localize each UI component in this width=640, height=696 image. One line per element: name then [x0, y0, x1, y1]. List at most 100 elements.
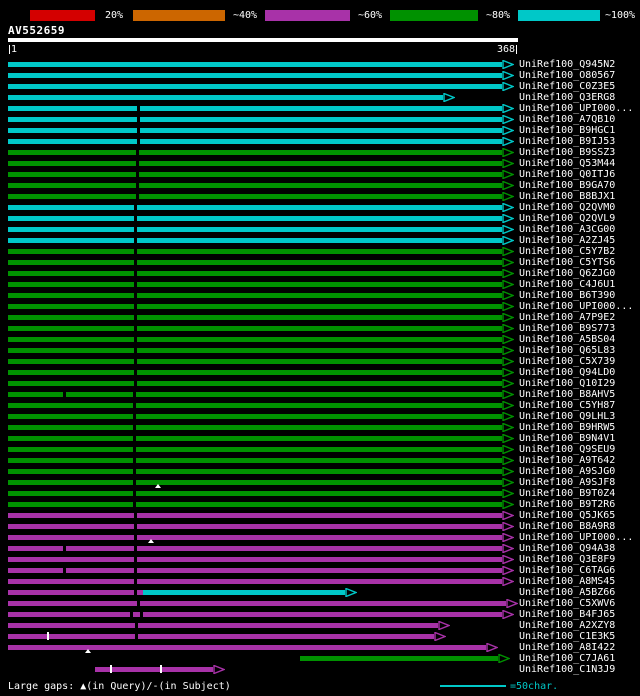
alignment-row[interactable]: UniRef100_A9SJF8: [0, 477, 640, 488]
alignment-row[interactable]: UniRef100_Q9LHL3: [0, 411, 640, 422]
alignment-row[interactable]: UniRef100_C5YH87: [0, 400, 640, 411]
hit-accession[interactable]: UniRef100_C5YTS6: [519, 257, 615, 268]
hit-accession[interactable]: UniRef100_A8I422: [519, 642, 615, 653]
hit-accession[interactable]: UniRef100_A9T642: [519, 455, 615, 466]
alignment-row[interactable]: UniRef100_A3CG00: [0, 224, 640, 235]
alignment-row[interactable]: UniRef100_Q10I29: [0, 378, 640, 389]
hit-accession[interactable]: UniRef100_A3CG00: [519, 224, 615, 235]
alignment-row[interactable]: UniRef100_Q94A38: [0, 543, 640, 554]
hit-accession[interactable]: UniRef100_B9HRW5: [519, 422, 615, 433]
alignment-row[interactable]: UniRef100_Q65L83: [0, 345, 640, 356]
hit-accession[interactable]: UniRef100_Q2QVL9: [519, 213, 615, 224]
hit-accession[interactable]: UniRef100_A5BZ66: [519, 587, 615, 598]
hit-accession[interactable]: UniRef100_B9N4V1: [519, 433, 615, 444]
alignment-row[interactable]: UniRef100_C5X739: [0, 356, 640, 367]
alignment-row[interactable]: UniRef100_A9T642: [0, 455, 640, 466]
hit-accession[interactable]: UniRef100_B9IJ53: [519, 136, 615, 147]
hit-accession[interactable]: UniRef100_C5Y7B2: [519, 246, 615, 257]
alignment-row[interactable]: UniRef100_Q94LD0: [0, 367, 640, 378]
alignment-row[interactable]: UniRef100_A8I422: [0, 642, 640, 653]
alignment-row[interactable]: UniRef100_Q6ZJG0: [0, 268, 640, 279]
hit-accession[interactable]: UniRef100_Q94LD0: [519, 367, 615, 378]
alignment-row[interactable]: UniRef100_C5Y7B2: [0, 246, 640, 257]
hit-accession[interactable]: UniRef100_Q0ITJ6: [519, 169, 615, 180]
alignment-row[interactable]: UniRef100_A5BS04: [0, 334, 640, 345]
hit-accession[interactable]: UniRef100_Q2QVM0: [519, 202, 615, 213]
hit-accession[interactable]: UniRef100_O80567: [519, 70, 615, 81]
alignment-row[interactable]: UniRef100_Q3ERG8: [0, 92, 640, 103]
alignment-row[interactable]: UniRef100_B8BJX1: [0, 191, 640, 202]
hit-accession[interactable]: UniRef100_A5BS04: [519, 334, 615, 345]
hit-accession[interactable]: UniRef100_UPI000...: [519, 301, 633, 312]
hit-accession[interactable]: UniRef100_B9SSZ3: [519, 147, 615, 158]
alignment-row[interactable]: UniRef100_Q9SEU9: [0, 444, 640, 455]
hit-accession[interactable]: UniRef100_B8A9R8: [519, 521, 615, 532]
hit-accession[interactable]: UniRef100_Q53M44: [519, 158, 615, 169]
hit-accession[interactable]: UniRef100_B9GA70: [519, 180, 615, 191]
hit-accession[interactable]: UniRef100_B8BJX1: [519, 191, 615, 202]
hit-accession[interactable]: UniRef100_A2XZY8: [519, 620, 615, 631]
alignment-row[interactable]: UniRef100_B4FJ65: [0, 609, 640, 620]
alignment-row[interactable]: UniRef100_C4J6U1: [0, 279, 640, 290]
hit-accession[interactable]: UniRef100_C5YH87: [519, 400, 615, 411]
alignment-row[interactable]: UniRef100_B9T0Z4: [0, 488, 640, 499]
hit-accession[interactable]: UniRef100_B9T2R6: [519, 499, 615, 510]
hit-accession[interactable]: UniRef100_Q6ZJG0: [519, 268, 615, 279]
alignment-row[interactable]: UniRef100_Q945N2: [0, 59, 640, 70]
alignment-row[interactable]: UniRef100_B6T390: [0, 290, 640, 301]
hit-accession[interactable]: UniRef100_Q65L83: [519, 345, 615, 356]
alignment-row[interactable]: UniRef100_UPI000...: [0, 301, 640, 312]
alignment-row[interactable]: UniRef100_UPI000...: [0, 103, 640, 114]
alignment-row[interactable]: UniRef100_B8A9R8: [0, 521, 640, 532]
alignment-row[interactable]: UniRef100_Q3E8F9: [0, 554, 640, 565]
alignment-row[interactable]: UniRef100_B9SSZ3: [0, 147, 640, 158]
alignment-row[interactable]: UniRef100_Q2QVM0: [0, 202, 640, 213]
hit-accession[interactable]: UniRef100_B6T390: [519, 290, 615, 301]
alignment-row[interactable]: UniRef100_A2ZJ45: [0, 235, 640, 246]
hit-accession[interactable]: UniRef100_Q10I29: [519, 378, 615, 389]
hit-accession[interactable]: UniRef100_Q94A38: [519, 543, 615, 554]
alignment-row[interactable]: UniRef100_C0Z3E5: [0, 81, 640, 92]
hit-accession[interactable]: UniRef100_C5XWV6: [519, 598, 615, 609]
alignment-row[interactable]: UniRef100_C6TAG6: [0, 565, 640, 576]
hit-accession[interactable]: UniRef100_Q5JK65: [519, 510, 615, 521]
hit-accession[interactable]: UniRef100_Q945N2: [519, 59, 615, 70]
hit-accession[interactable]: UniRef100_Q9LHL3: [519, 411, 615, 422]
hit-accession[interactable]: UniRef100_A9SJG0: [519, 466, 615, 477]
alignment-row[interactable]: UniRef100_B9GA70: [0, 180, 640, 191]
alignment-row[interactable]: UniRef100_B9HRW5: [0, 422, 640, 433]
hit-accession[interactable]: UniRef100_UPI000...: [519, 103, 633, 114]
hit-accession[interactable]: UniRef100_C5X739: [519, 356, 615, 367]
hit-accession[interactable]: UniRef100_A9SJF8: [519, 477, 615, 488]
hit-accession[interactable]: UniRef100_Q3ERG8: [519, 92, 615, 103]
alignment-row[interactable]: UniRef100_B8AHV5: [0, 389, 640, 400]
hit-accession[interactable]: UniRef100_B9HGC1: [519, 125, 615, 136]
hit-accession[interactable]: UniRef100_B9T0Z4: [519, 488, 615, 499]
hit-accession[interactable]: UniRef100_C1N3J9: [519, 664, 615, 675]
hit-accession[interactable]: UniRef100_C7JA61: [519, 653, 615, 664]
hit-accession[interactable]: UniRef100_A2ZJ45: [519, 235, 615, 246]
alignment-row[interactable]: UniRef100_A9SJG0: [0, 466, 640, 477]
hit-accession[interactable]: UniRef100_B9S773: [519, 323, 615, 334]
alignment-row[interactable]: UniRef100_Q2QVL9: [0, 213, 640, 224]
alignment-row[interactable]: UniRef100_A7QB10: [0, 114, 640, 125]
alignment-row[interactable]: UniRef100_B9T2R6: [0, 499, 640, 510]
alignment-row[interactable]: UniRef100_Q0ITJ6: [0, 169, 640, 180]
hit-accession[interactable]: UniRef100_Q9SEU9: [519, 444, 615, 455]
alignment-row[interactable]: UniRef100_C5XWV6: [0, 598, 640, 609]
hit-accession[interactable]: UniRef100_C6TAG6: [519, 565, 615, 576]
hit-accession[interactable]: UniRef100_A7QB10: [519, 114, 615, 125]
hit-accession[interactable]: UniRef100_B4FJ65: [519, 609, 615, 620]
hit-accession[interactable]: UniRef100_UPI000...: [519, 532, 633, 543]
alignment-row[interactable]: UniRef100_Q53M44: [0, 158, 640, 169]
hit-accession[interactable]: UniRef100_C0Z3E5: [519, 81, 615, 92]
alignment-row[interactable]: UniRef100_UPI000...: [0, 532, 640, 543]
alignment-row[interactable]: UniRef100_B9N4V1: [0, 433, 640, 444]
hit-accession[interactable]: UniRef100_B8AHV5: [519, 389, 615, 400]
alignment-row[interactable]: UniRef100_A2XZY8: [0, 620, 640, 631]
alignment-row[interactable]: UniRef100_O80567: [0, 70, 640, 81]
hit-accession[interactable]: UniRef100_A8MS45: [519, 576, 615, 587]
alignment-row[interactable]: UniRef100_C7JA61: [0, 653, 640, 664]
hit-accession[interactable]: UniRef100_A7P9E2: [519, 312, 615, 323]
hit-accession[interactable]: UniRef100_C4J6U1: [519, 279, 615, 290]
